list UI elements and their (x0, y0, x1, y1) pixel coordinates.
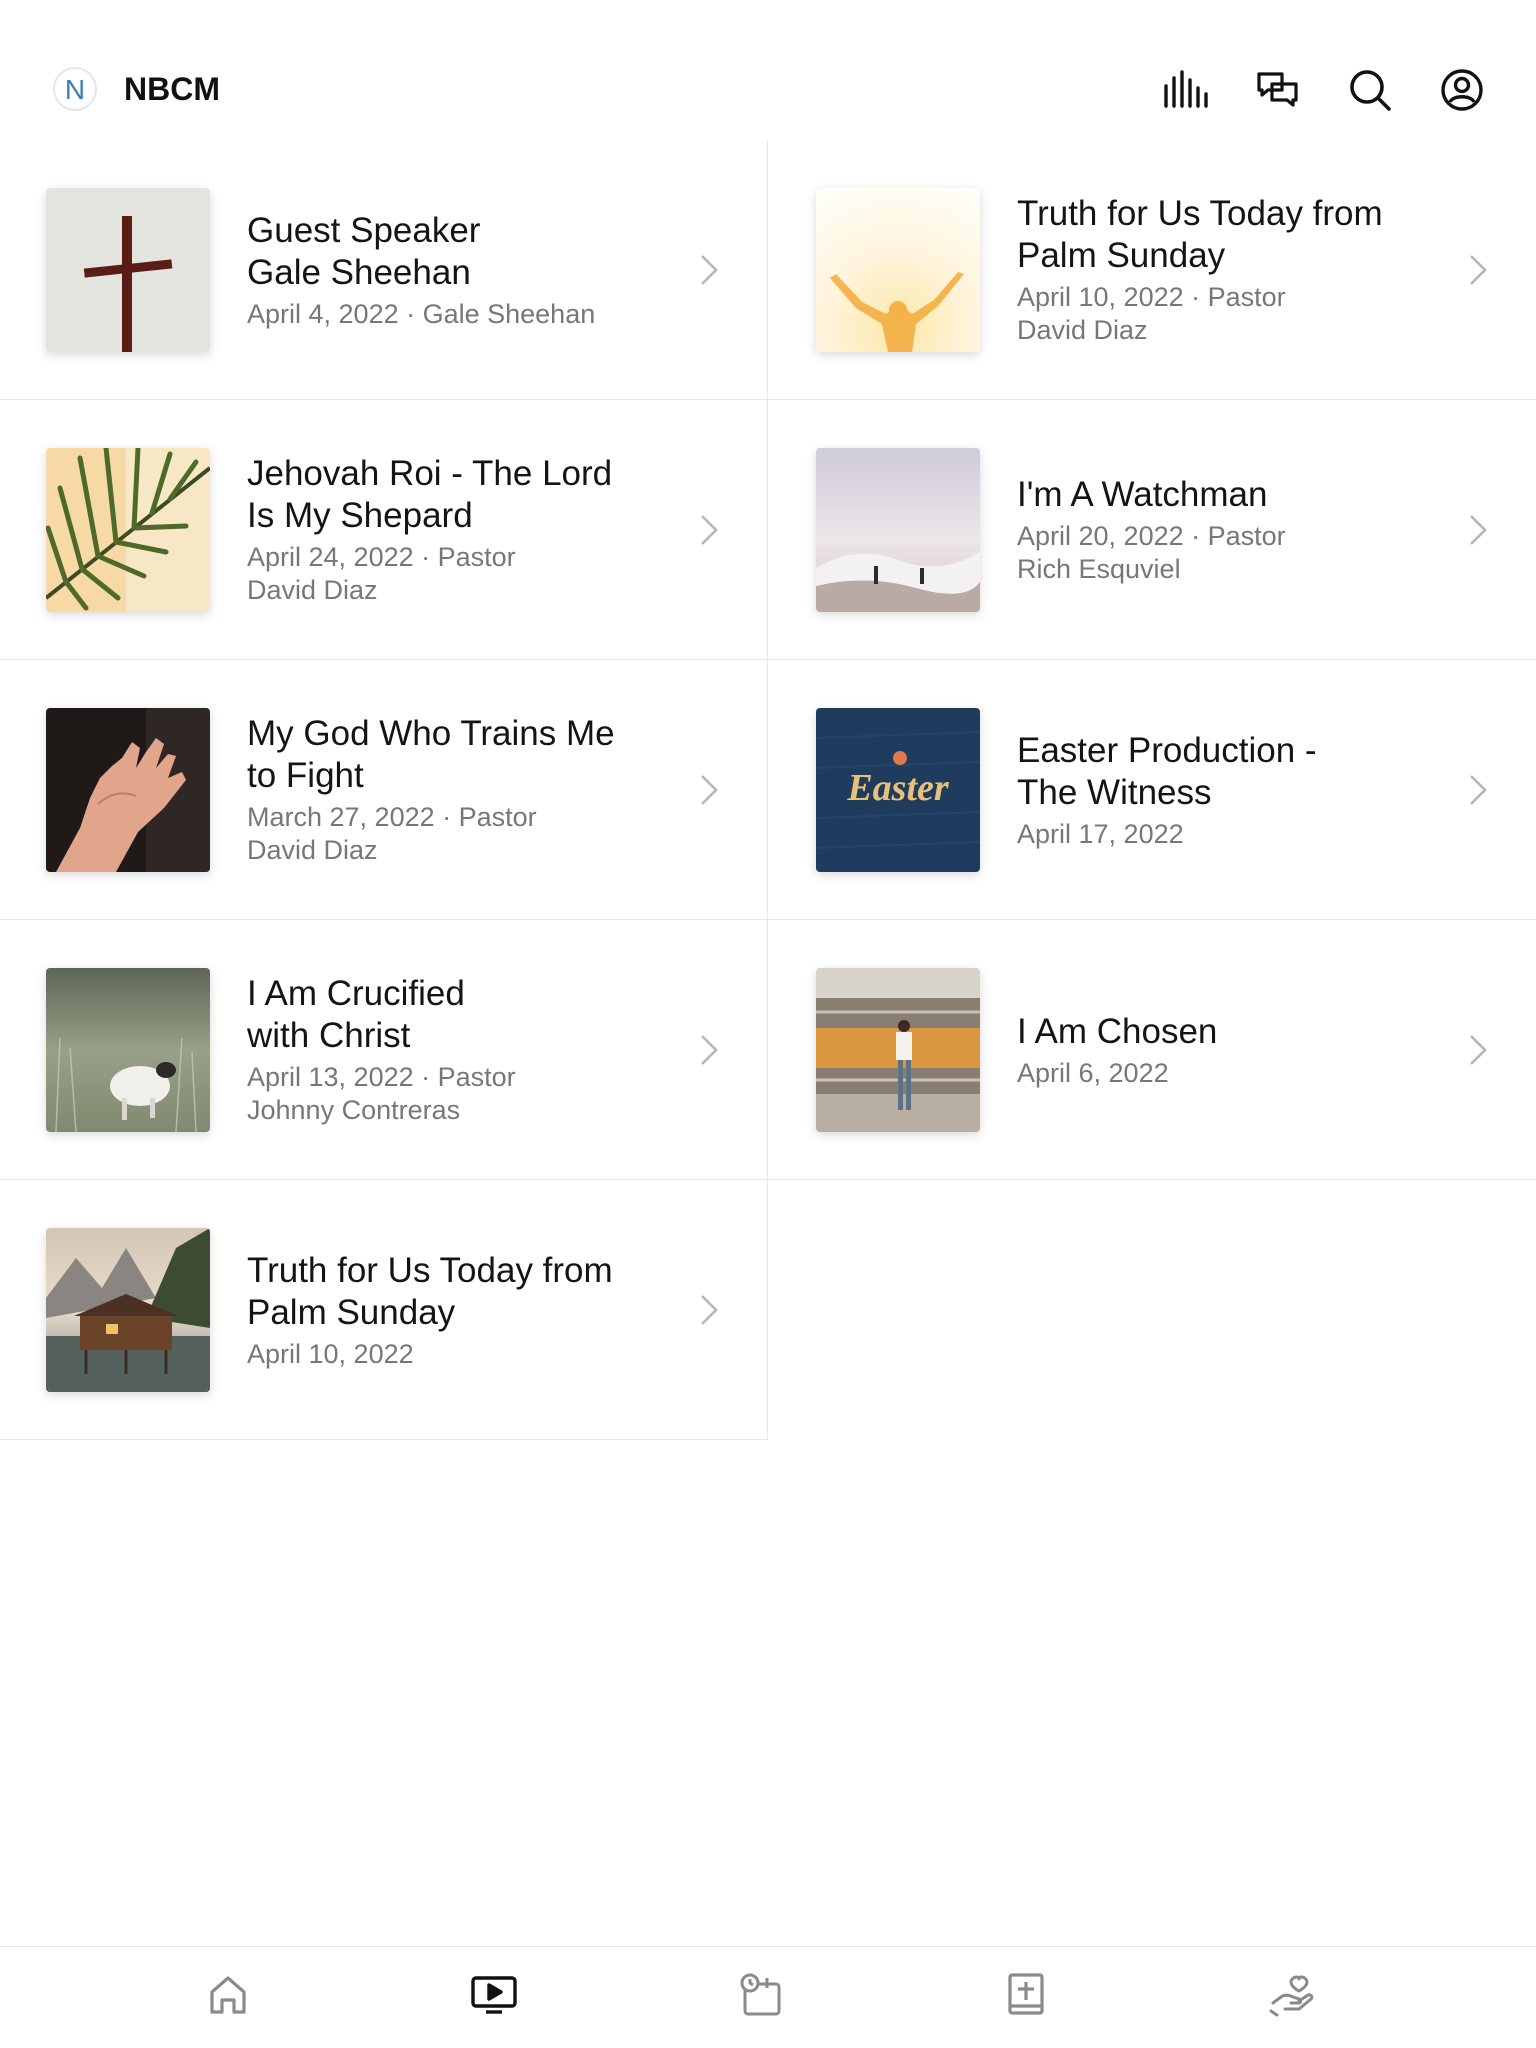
account-icon[interactable] (1438, 66, 1486, 114)
chevron-right-icon (701, 515, 718, 545)
sermon-meta: April 13, 2022 · Pastor Johnny Contreras (247, 1062, 516, 1125)
sermon-info: Truth for Us Today from Palm Sunday Apri… (247, 1180, 667, 1440)
sermon-thumbnail (816, 968, 980, 1132)
tab-give[interactable] (1266, 1969, 1318, 2021)
home-icon (210, 1976, 246, 2014)
sermon-meta: April 4, 2022 · Gale Sheehan (247, 298, 596, 329)
tab-events[interactable] (734, 1969, 786, 2021)
chevron-right-icon (701, 255, 718, 285)
sermon-title: I'm A Watchman (1017, 475, 1268, 514)
sermon-meta: April 10, 2022 · Pastor David Diaz (1017, 282, 1286, 345)
sermons-screen: N NBCM Guest Speaker Gale Sheehan April … (0, 0, 1536, 2048)
sermon-info: Guest Speaker Gale Sheehan April 4, 2022… (247, 140, 667, 400)
sermon-meta: March 27, 2022 · Pastor David Diaz (247, 802, 537, 865)
thumb-easter-text: Easter (846, 767, 950, 809)
sermon-thumbnail: Easter (816, 708, 980, 872)
sermon-title: Truth for Us Today from Palm Sunday (247, 1250, 613, 1332)
audio-bars-icon[interactable] (1162, 66, 1210, 114)
chevron-right-icon (701, 1035, 718, 1065)
sermon-title: My God Who Trains Me to Fight (247, 714, 615, 795)
sermon-card[interactable]: Truth for Us Today from Palm Sunday Apri… (0, 1180, 768, 1440)
app-title: NBCM (124, 70, 220, 107)
brand[interactable]: N NBCM (52, 66, 220, 112)
sermon-title: Easter Production - The Witness (1017, 730, 1317, 812)
sermon-thumbnail (816, 188, 980, 352)
sermon-info: I Am Chosen April 6, 2022 (1017, 920, 1437, 1180)
app-header: N NBCM (0, 0, 1536, 140)
give-icon (1269, 1975, 1314, 2017)
sermon-card[interactable]: I Am Crucified with Christ April 13, 202… (0, 920, 768, 1180)
bible-icon (1008, 1973, 1044, 2015)
tab-media[interactable] (468, 1969, 520, 2021)
sermon-meta: April 17, 2022 (1017, 818, 1184, 849)
chevron-right-icon (1470, 775, 1487, 805)
sermon-meta: April 6, 2022 (1017, 1057, 1169, 1088)
sermon-title: Truth for Us Today from Palm Sunday (1017, 194, 1383, 275)
chevron-right-icon (1470, 255, 1487, 285)
sermon-meta: April 24, 2022 · Pastor David Diaz (247, 542, 516, 605)
sermon-thumbnail (46, 188, 210, 352)
sermon-thumbnail (46, 448, 210, 612)
sermon-meta: April 10, 2022 (247, 1338, 414, 1369)
sermon-title: I Am Crucified with Christ (247, 974, 465, 1055)
sermon-info: Jehovah Roi - The Lord Is My Shepard Apr… (247, 400, 667, 660)
chevron-right-icon (701, 775, 718, 805)
sermon-card[interactable]: Easter Easter Production - The Witness A… (768, 660, 1536, 920)
sermon-thumbnail (46, 968, 210, 1132)
sermon-meta: April 20, 2022 · Pastor Rich Esquviel (1017, 521, 1286, 584)
sermon-info: Truth for Us Today from Palm Sunday Apri… (1017, 140, 1437, 400)
sermon-thumbnail (46, 1228, 210, 1392)
chevron-right-icon (701, 1295, 718, 1325)
tab-home[interactable] (202, 1969, 254, 2021)
tab-bible[interactable] (1000, 1969, 1052, 2021)
media-icon (471, 1976, 517, 2014)
bottom-tab-bar (0, 1946, 1536, 2048)
app-logo-icon: N (52, 66, 98, 112)
sermon-card[interactable]: My God Who Trains Me to Fight March 27, … (0, 660, 768, 920)
events-icon (740, 1973, 781, 2016)
sermon-card[interactable]: I Am Chosen April 6, 2022 (768, 920, 1536, 1180)
sermon-title: Jehovah Roi - The Lord Is My Shepard (247, 454, 613, 535)
sermon-info: I Am Crucified with Christ April 13, 202… (247, 920, 667, 1180)
sermon-card[interactable]: I'm A Watchman April 20, 2022 · Pastor R… (768, 400, 1536, 660)
sermon-info: Easter Production - The Witness April 17… (1017, 660, 1437, 920)
sermon-title: Guest Speaker Gale Sheehan (247, 210, 481, 292)
header-actions (1162, 66, 1486, 114)
search-icon[interactable] (1346, 66, 1394, 114)
sermon-card[interactable]: Truth for Us Today from Palm Sunday Apri… (768, 140, 1536, 400)
logo-letter: N (65, 74, 85, 105)
sermon-title: I Am Chosen (1017, 1011, 1218, 1051)
sermon-card[interactable]: Guest Speaker Gale Sheehan April 4, 2022… (0, 140, 768, 400)
sermon-info: I'm A Watchman April 20, 2022 · Pastor R… (1017, 400, 1437, 660)
chat-icon[interactable] (1254, 66, 1302, 114)
chevron-right-icon (1470, 515, 1487, 545)
chevron-right-icon (1470, 1035, 1487, 1065)
sermon-card[interactable]: Jehovah Roi - The Lord Is My Shepard Apr… (0, 400, 768, 660)
sermon-thumbnail (816, 448, 980, 612)
sermon-thumbnail (46, 708, 210, 872)
sermon-info: My God Who Trains Me to Fight March 27, … (247, 660, 667, 920)
